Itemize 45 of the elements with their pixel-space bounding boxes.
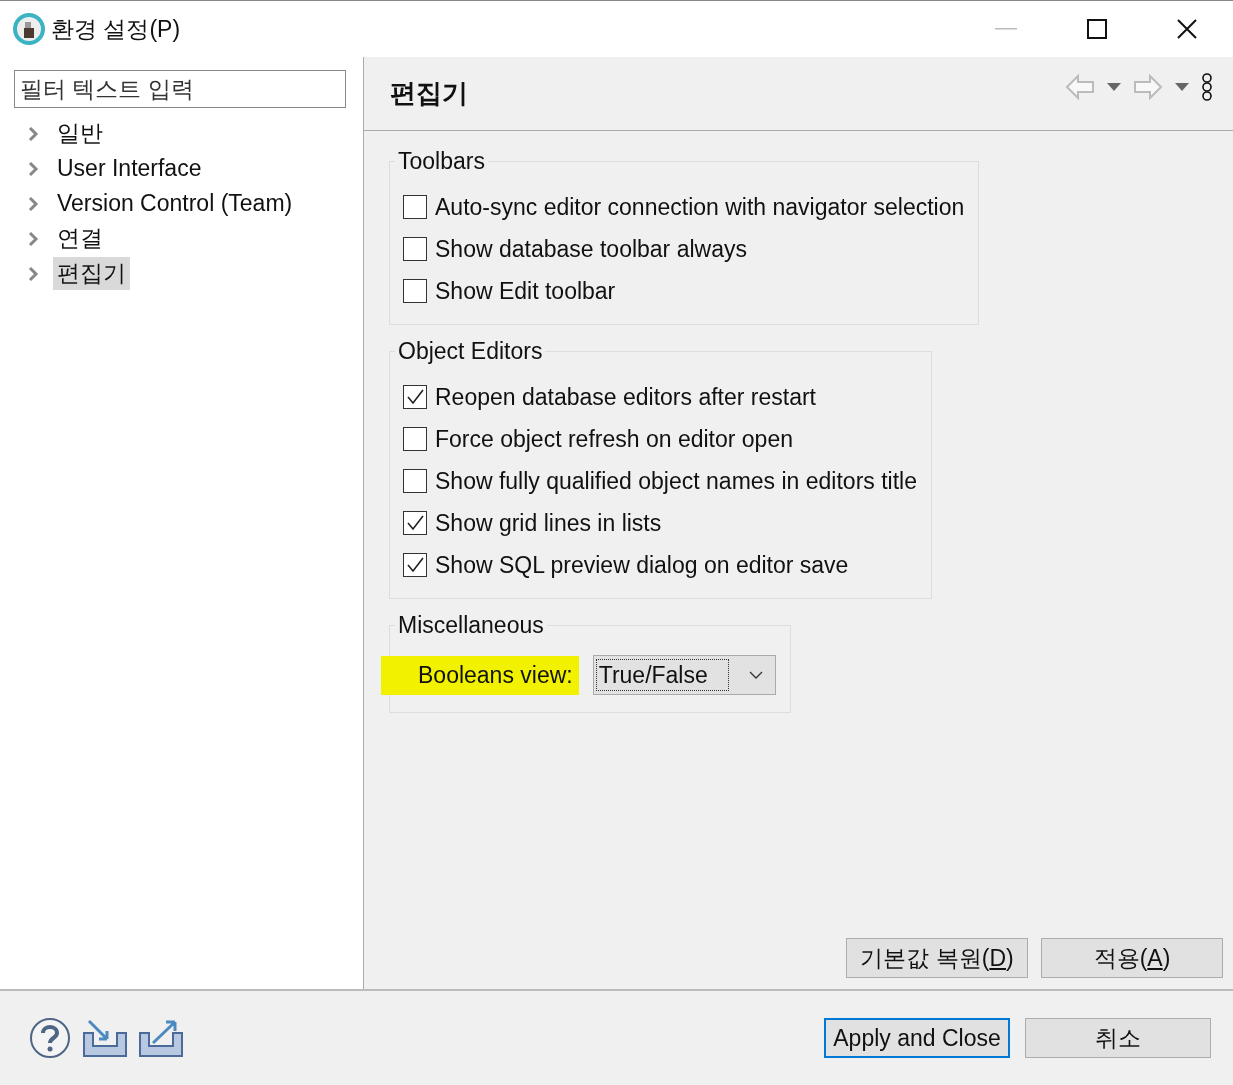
- checkbox[interactable]: [403, 195, 427, 219]
- window-title: 환경 설정(P): [51, 14, 181, 44]
- checkbox[interactable]: [403, 511, 427, 535]
- dropdown-icon[interactable]: [1107, 82, 1121, 91]
- sidebar-item[interactable]: 편집기: [53, 257, 130, 290]
- dropdown[interactable]: True/False: [592, 655, 776, 695]
- dialog-button[interactable]: 기본값 복원(D): [846, 938, 1028, 978]
- sidebar-item[interactable]: Version Control (Team): [53, 187, 297, 220]
- chevron-icon[interactable]: [27, 125, 39, 142]
- filter-field[interactable]: 필터 텍스트 입력: [14, 70, 346, 108]
- more-icon[interactable]: [1201, 72, 1213, 101]
- dialog-button[interactable]: 적용(A): [1041, 938, 1223, 978]
- chevron-icon[interactable]: [27, 265, 39, 282]
- checkbox-label[interactable]: Show database toolbar always: [435, 235, 747, 263]
- checkbox[interactable]: [403, 469, 427, 493]
- checkbox[interactable]: [403, 279, 427, 303]
- chevron-down-icon: [748, 671, 763, 679]
- close-icon[interactable]: [1177, 19, 1197, 39]
- checkbox-label[interactable]: Show fully qualified object names in editors title: [435, 467, 917, 495]
- chevron-icon[interactable]: [27, 230, 39, 247]
- checkbox-label[interactable]: Reopen database editors after restart: [435, 383, 816, 411]
- checkbox-label[interactable]: Show Edit toolbar: [435, 277, 616, 305]
- checkbox-label[interactable]: Force object refresh on editor open: [435, 425, 793, 453]
- checkbox-label[interactable]: Show SQL preview dialog on editor save: [435, 551, 849, 579]
- help-icon[interactable]: [29, 1017, 71, 1059]
- chevron-icon[interactable]: [27, 160, 39, 177]
- export-icon[interactable]: [139, 1019, 183, 1057]
- chevron-icon[interactable]: [27, 195, 39, 212]
- checkbox[interactable]: [403, 385, 427, 409]
- sidebar-item[interactable]: 일반: [53, 117, 107, 150]
- import-icon[interactable]: [83, 1019, 127, 1057]
- checkbox[interactable]: [403, 427, 427, 451]
- field-label: Booleans view:: [381, 655, 579, 695]
- checkbox-label[interactable]: Show grid lines in lists: [435, 509, 662, 537]
- maximize-icon[interactable]: [1087, 19, 1107, 39]
- checkbox[interactable]: [403, 237, 427, 261]
- dialog-button[interactable]: 취소: [1025, 1018, 1211, 1058]
- dropdown-icon[interactable]: [1175, 82, 1189, 91]
- dialog-button[interactable]: Apply and Close: [824, 1018, 1010, 1058]
- checkbox-label[interactable]: Auto-sync editor connection with navigator selection: [435, 193, 965, 221]
- sidebar-item[interactable]: User Interface: [53, 152, 206, 185]
- app-logo-icon: [13, 13, 45, 45]
- checkbox[interactable]: [403, 553, 427, 577]
- sidebar-item[interactable]: 연결: [53, 222, 107, 255]
- page-title: 편집기: [390, 77, 468, 110]
